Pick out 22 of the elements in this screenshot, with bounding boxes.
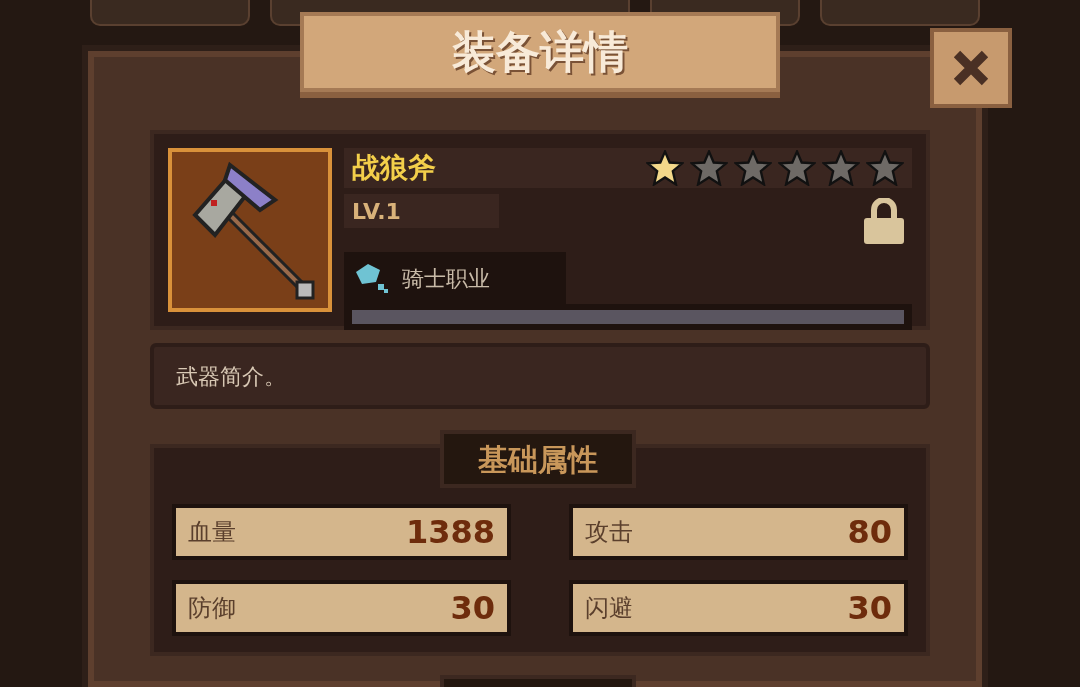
stat-label: 闪避 (585, 593, 633, 624)
stat-label: 血量 (188, 517, 236, 548)
star-icon (866, 150, 904, 186)
stat-value: 30 (450, 588, 495, 629)
star-icon (778, 150, 816, 186)
class-label: 骑士职业 (402, 264, 490, 293)
star-icon (646, 150, 684, 186)
item-name: 战狼斧 (352, 150, 436, 186)
section-title: 基础属性 (478, 440, 598, 479)
star-icon (822, 150, 860, 186)
stat-value: 80 (847, 512, 892, 553)
item-level: LV.1 (352, 197, 401, 226)
close-button[interactable] (930, 28, 1012, 108)
description-text: 武器简介。 (176, 362, 286, 391)
star-icon (734, 150, 772, 186)
stat-label: 防御 (188, 593, 236, 624)
stat-value: 30 (847, 588, 892, 629)
close-icon (951, 48, 991, 88)
stat-label: 攻击 (585, 517, 633, 548)
stat-value: 1388 (405, 512, 495, 553)
window-title: 装备详情 (452, 25, 628, 79)
star-icon (690, 150, 728, 186)
